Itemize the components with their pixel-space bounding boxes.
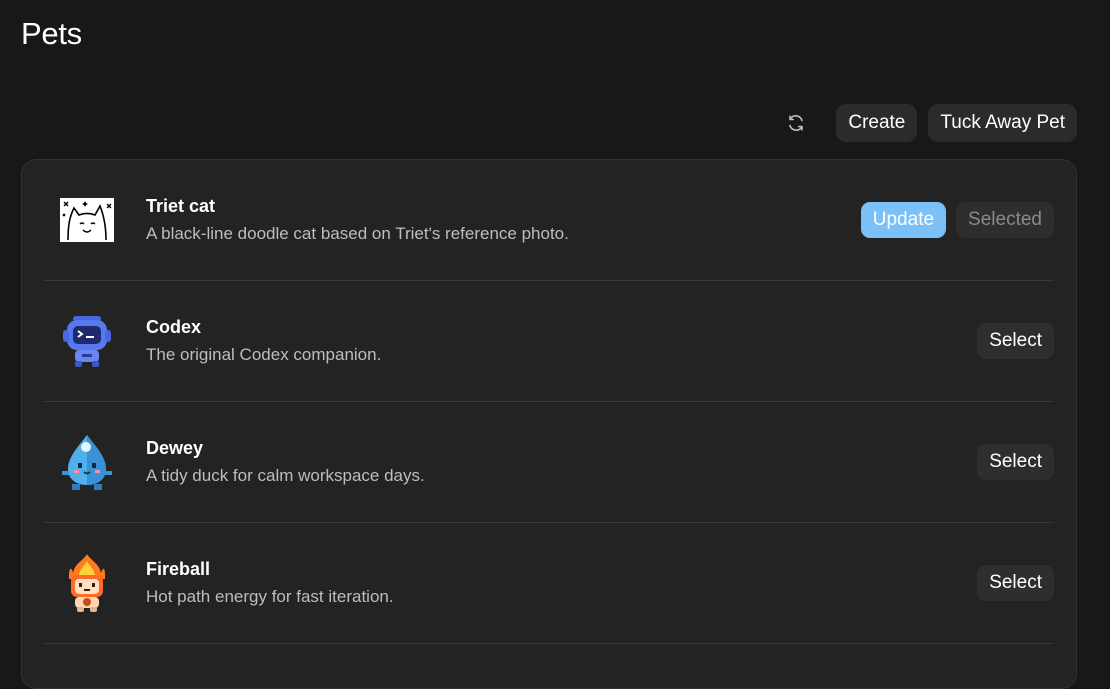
select-button[interactable]: Select bbox=[977, 323, 1054, 359]
doodle-cat-icon bbox=[60, 193, 114, 247]
tuck-away-pet-button[interactable]: Tuck Away Pet bbox=[928, 104, 1077, 142]
refresh-button[interactable] bbox=[776, 104, 816, 142]
codex-robot-icon bbox=[60, 314, 114, 368]
refresh-icon bbox=[789, 115, 804, 131]
pet-row-codex: Codex The original Codex companion. Sele… bbox=[44, 281, 1054, 402]
pet-description: Hot path energy for fast iteration. bbox=[146, 587, 394, 606]
pet-description: A tidy duck for calm workspace days. bbox=[146, 466, 425, 485]
pet-name: Triet cat bbox=[146, 196, 216, 216]
pet-row-dewey: Dewey A tidy duck for calm workspace day… bbox=[44, 402, 1054, 523]
selected-button: Selected bbox=[956, 202, 1054, 238]
pet-info: Dewey A tidy duck for calm workspace day… bbox=[146, 438, 977, 486]
pet-actions: Select bbox=[977, 565, 1054, 601]
pet-name: Fireball bbox=[146, 559, 211, 579]
select-button[interactable]: Select bbox=[977, 565, 1054, 601]
pet-row-fireball: Fireball Hot path energy for fast iterat… bbox=[44, 523, 1054, 644]
fireball-icon bbox=[60, 554, 114, 612]
pets-list: Triet cat A black-line doodle cat based … bbox=[21, 159, 1077, 689]
select-button[interactable]: Select bbox=[977, 444, 1054, 480]
pet-name: Codex bbox=[146, 317, 202, 337]
pet-info: Fireball Hot path energy for fast iterat… bbox=[146, 559, 977, 607]
water-drop-icon bbox=[60, 435, 114, 490]
pet-info: Triet cat A black-line doodle cat based … bbox=[146, 196, 861, 244]
pet-row-triet-cat: Triet cat A black-line doodle cat based … bbox=[44, 160, 1054, 281]
toolbar: Create Tuck Away Pet bbox=[776, 104, 1077, 142]
pet-actions: Select bbox=[977, 323, 1054, 359]
pet-info: Codex The original Codex companion. bbox=[146, 317, 977, 365]
create-button[interactable]: Create bbox=[836, 104, 918, 142]
pet-actions: Update Selected bbox=[860, 202, 1054, 238]
pet-description: The original Codex companion. bbox=[146, 345, 382, 364]
page-title: Pets bbox=[21, 16, 82, 51]
pet-description: A black-line doodle cat based on Triet's… bbox=[146, 224, 569, 243]
update-button[interactable]: Update bbox=[860, 202, 947, 238]
pet-actions: Select bbox=[977, 444, 1054, 480]
pet-name: Dewey bbox=[146, 438, 204, 458]
